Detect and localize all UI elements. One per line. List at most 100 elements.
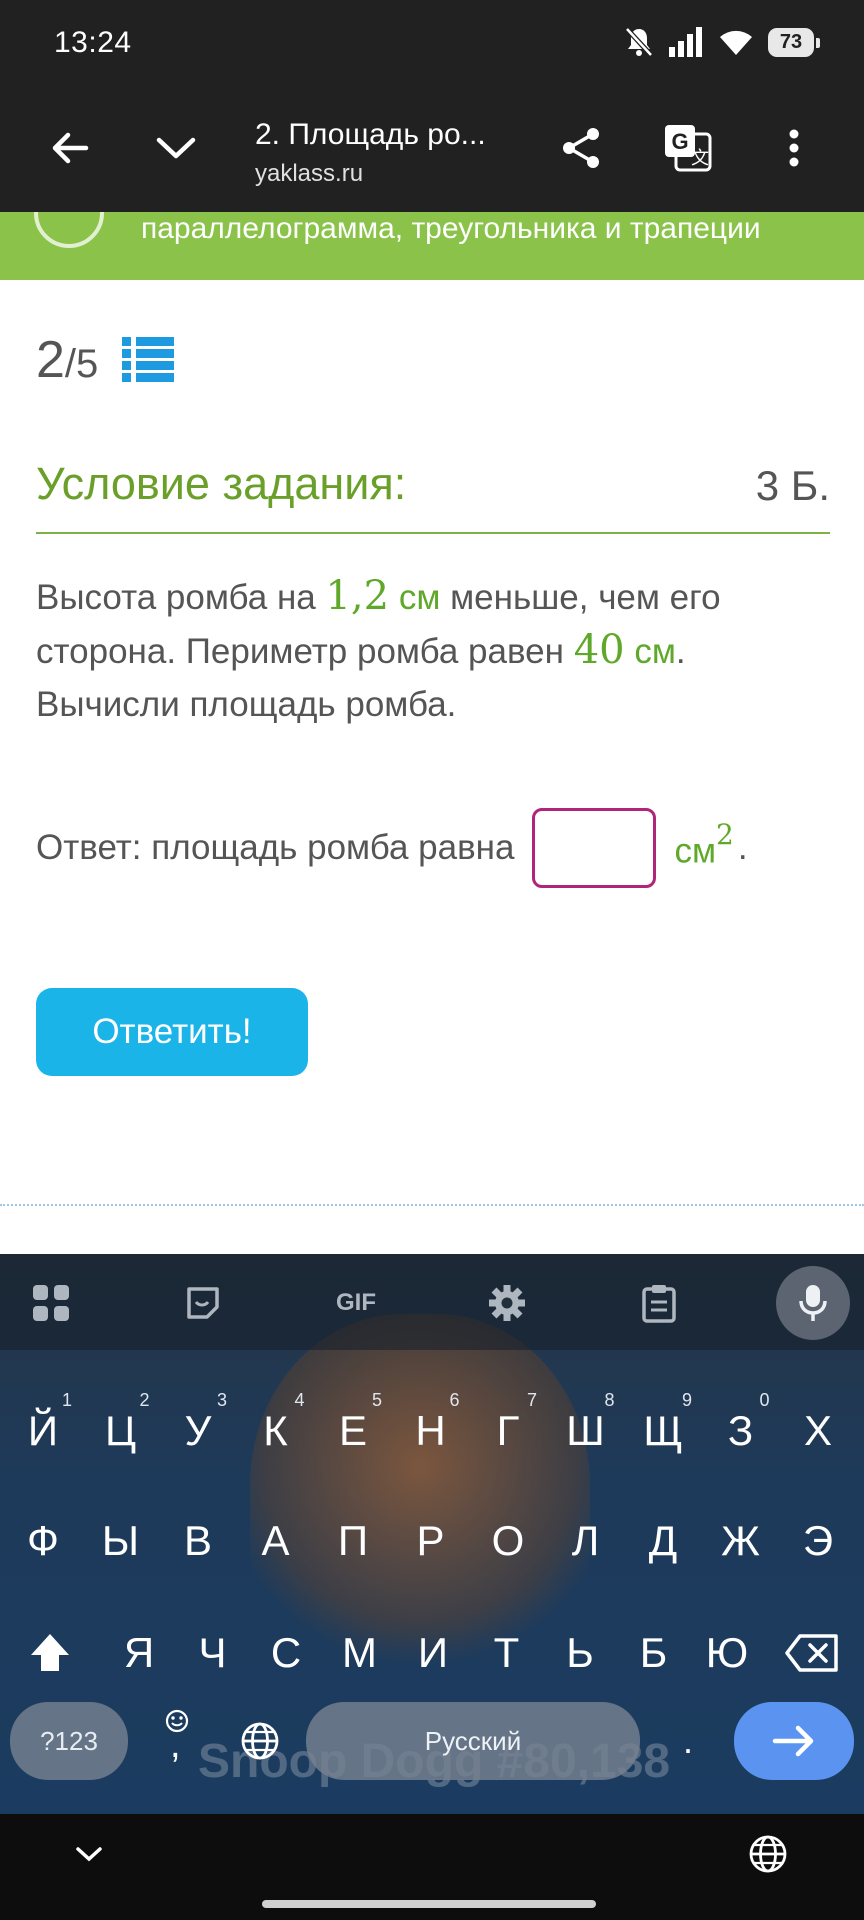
key-label: З <box>727 1407 754 1454</box>
back-circle-icon[interactable] <box>34 212 104 248</box>
share-button[interactable] <box>550 116 614 180</box>
key[interactable]: Ю <box>692 1608 762 1698</box>
backspace-icon <box>785 1634 838 1672</box>
task-statement: Высота ромба на 1,2 см меньше, чем его с… <box>36 570 836 731</box>
key[interactable]: Ж <box>706 1496 776 1586</box>
key[interactable]: Л <box>551 1496 621 1586</box>
key-label: М <box>342 1629 377 1676</box>
arrow-left-icon <box>52 132 89 164</box>
key[interactable]: И <box>398 1608 468 1698</box>
key-label: Ж <box>721 1517 760 1564</box>
settings-button[interactable] <box>482 1278 532 1328</box>
key[interactable]: Ш8 <box>551 1386 621 1476</box>
key[interactable]: З0 <box>706 1386 776 1476</box>
emoji-comma-key[interactable]: , <box>150 1702 210 1780</box>
key[interactable]: Б <box>619 1608 689 1698</box>
language-key[interactable] <box>230 1702 290 1780</box>
page-url[interactable]: yaklass.ru <box>255 160 363 188</box>
answer-input[interactable] <box>532 808 657 888</box>
key-hint: 1 <box>61 1390 72 1410</box>
key[interactable]: Н6 <box>396 1386 466 1476</box>
apps-grid-button[interactable] <box>26 1278 76 1328</box>
key[interactable]: М <box>325 1608 395 1698</box>
translate-button[interactable]: G 文 <box>656 116 720 180</box>
key[interactable]: Я <box>104 1608 174 1698</box>
key-label: Л <box>571 1517 600 1564</box>
wifi-icon <box>720 30 752 55</box>
key[interactable]: Й1 <box>8 1386 78 1476</box>
key-label: Н <box>415 1407 446 1454</box>
status-icons: 73 <box>624 24 820 60</box>
sticker-button[interactable] <box>178 1278 228 1328</box>
key-label: С <box>270 1629 302 1676</box>
key-label: У <box>184 1407 212 1454</box>
key[interactable]: О <box>473 1496 543 1586</box>
key[interactable]: Ч <box>178 1608 248 1698</box>
globe-icon <box>241 1722 279 1760</box>
gif-button[interactable]: GIF <box>326 1278 386 1328</box>
clipboard-button[interactable] <box>634 1278 684 1328</box>
key-label: Е <box>338 1407 367 1454</box>
grid-icon <box>33 1285 69 1321</box>
status-bar: 13:24 73 <box>0 0 864 86</box>
more-vert-icon <box>789 129 799 167</box>
key-hint: 8 <box>604 1390 615 1410</box>
hide-keyboard-button[interactable] <box>74 1844 104 1869</box>
key[interactable]: Р <box>396 1496 466 1586</box>
submit-button[interactable]: Ответить! <box>36 988 308 1076</box>
condition-title: Условие задания: <box>36 458 407 509</box>
key-label: Щ <box>643 1407 683 1454</box>
topic-title: параллелограмма, треугольника и трапеции <box>141 212 761 245</box>
key[interactable]: К4 <box>241 1386 311 1476</box>
key-label: Ю <box>705 1629 749 1676</box>
key-label: Ы <box>101 1517 140 1564</box>
task-text-1: Высота ромба на <box>36 578 326 617</box>
key[interactable]: Е5 <box>318 1386 388 1476</box>
keyboard-switch-button[interactable] <box>748 1834 788 1879</box>
key[interactable]: Т <box>472 1608 542 1698</box>
enter-key[interactable] <box>734 1702 854 1780</box>
key[interactable]: Ц2 <box>86 1386 156 1476</box>
key[interactable]: Ь <box>545 1608 615 1698</box>
key[interactable]: Х <box>783 1386 853 1476</box>
menu-button[interactable] <box>762 116 826 180</box>
key-label: Ь <box>566 1629 594 1676</box>
collapse-button[interactable] <box>144 116 208 180</box>
backspace-key[interactable] <box>770 1608 854 1698</box>
gesture-handle[interactable] <box>262 1900 596 1908</box>
key[interactable]: Щ9 <box>628 1386 698 1476</box>
key-label: И <box>417 1629 449 1676</box>
shift-arrow-icon <box>31 1634 69 1671</box>
answer-label: Ответ: площадь ромба равна <box>36 828 515 867</box>
key[interactable]: Д <box>628 1496 698 1586</box>
key[interactable]: Ы <box>86 1496 156 1586</box>
task-list-icon[interactable] <box>122 337 175 383</box>
key[interactable]: А <box>241 1496 311 1586</box>
key[interactable]: У3 <box>163 1386 233 1476</box>
progress-total: /5 <box>64 341 99 386</box>
key[interactable]: Э <box>783 1496 853 1586</box>
shift-key[interactable] <box>10 1608 90 1698</box>
arrow-right-icon <box>772 1725 814 1757</box>
symbols-key[interactable]: ?123 <box>10 1702 128 1780</box>
voice-input-button[interactable] <box>776 1266 850 1340</box>
condition-header: Условие задания: 3 Б. <box>36 458 830 534</box>
space-key[interactable]: Русский <box>306 1702 640 1780</box>
key[interactable]: В <box>163 1496 233 1586</box>
key[interactable]: Ф <box>8 1496 78 1586</box>
page-title[interactable]: 2. Площадь ро... <box>255 118 486 152</box>
key[interactable]: П <box>318 1496 388 1586</box>
signal-icon <box>669 27 702 57</box>
keyboard-toolbar: GIF <box>0 1254 864 1350</box>
microphone-icon <box>799 1285 827 1321</box>
sticker-icon <box>187 1287 219 1319</box>
key-hint: 0 <box>759 1390 770 1410</box>
key[interactable]: С <box>251 1608 321 1698</box>
key-label: Ф <box>27 1517 59 1564</box>
key[interactable]: Г7 <box>473 1386 543 1476</box>
key-label: Т <box>493 1629 520 1676</box>
back-button[interactable] <box>38 116 102 180</box>
period-key[interactable]: . <box>660 1702 716 1780</box>
key-label: Р <box>416 1517 445 1564</box>
key-label: К <box>263 1407 288 1454</box>
